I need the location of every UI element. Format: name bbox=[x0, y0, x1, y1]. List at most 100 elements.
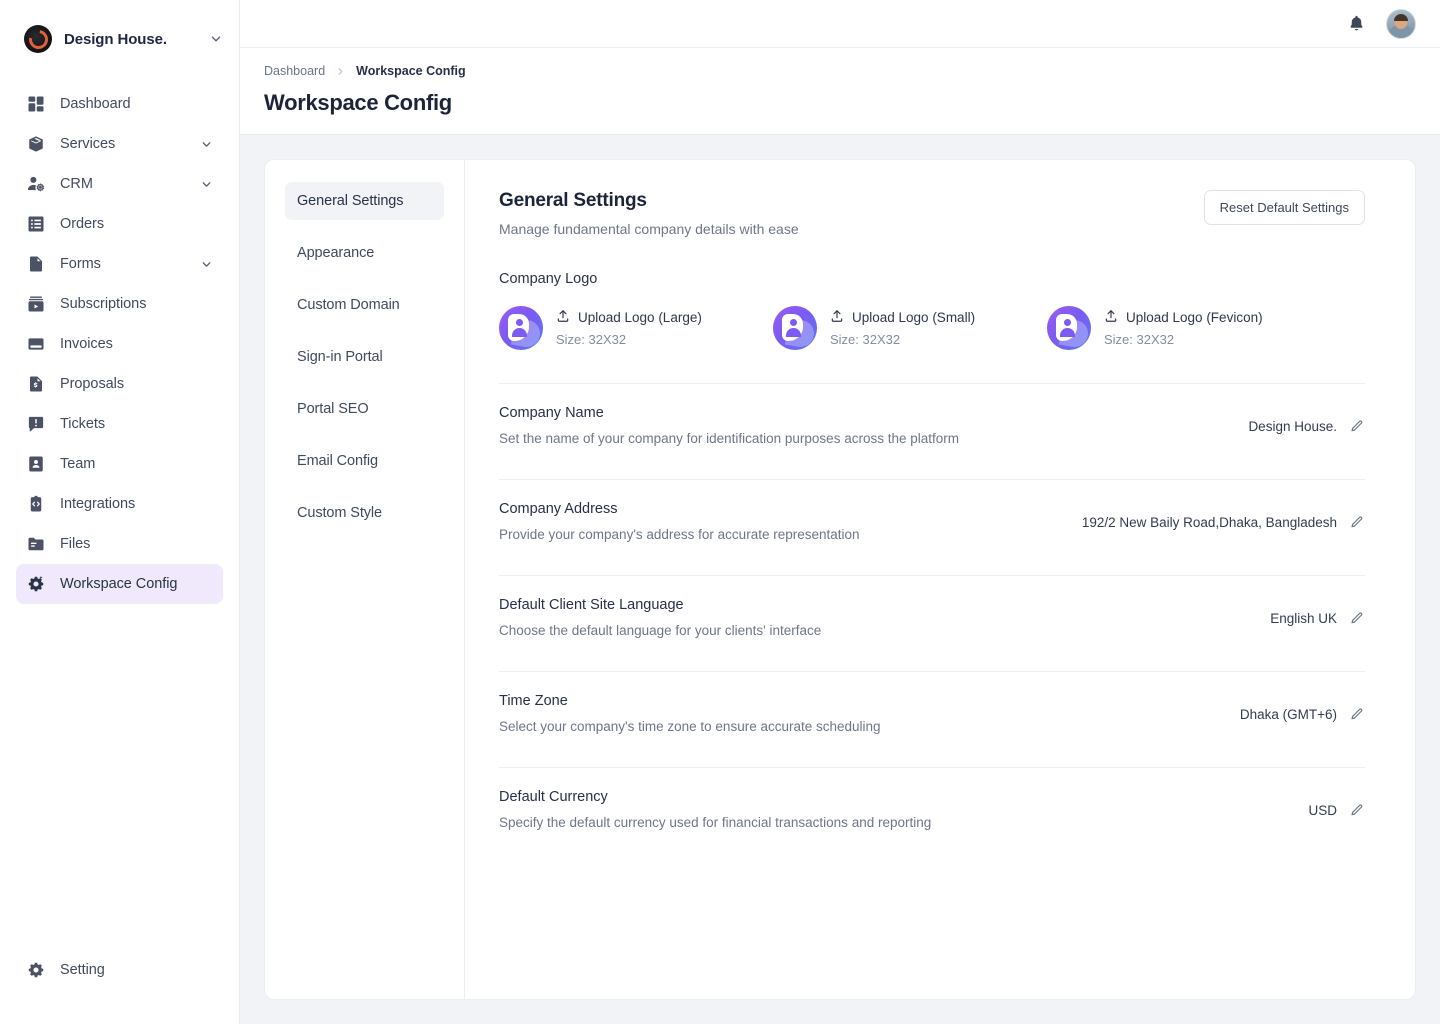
tab-label: Custom Domain bbox=[297, 297, 400, 313]
chevron-down-icon[interactable] bbox=[200, 138, 213, 151]
setting-row-value-group: 192/2 New Baily Road,Dhaka, Bangladesh bbox=[1082, 501, 1365, 530]
panel-title: General Settings bbox=[499, 190, 647, 211]
avatar[interactable] bbox=[1386, 8, 1416, 39]
setting-row-description: Specify the default currency used for fi… bbox=[499, 815, 932, 830]
page-header: Dashboard Workspace Config Workspace Con… bbox=[240, 48, 1440, 135]
tab-email-config[interactable]: Email Config bbox=[285, 442, 444, 480]
sidebar-nav: Dashboard Services CRM Orders Forms Subs… bbox=[0, 72, 239, 950]
logo-size-large: Size: 32X32 bbox=[556, 332, 627, 347]
tab-label: Appearance bbox=[297, 245, 375, 261]
setting-row-value: 192/2 New Baily Road,Dhaka, Bangladesh bbox=[1081, 515, 1337, 530]
upload-icon bbox=[830, 309, 844, 326]
tab-appearance[interactable]: Appearance bbox=[285, 234, 444, 272]
sidebar-item-team[interactable]: Team bbox=[16, 444, 223, 484]
folder-icon bbox=[26, 534, 46, 554]
pencil-icon[interactable] bbox=[1350, 419, 1365, 434]
sidebar-item-integrations[interactable]: Integrations bbox=[16, 484, 223, 524]
setting-row-description: Provide your company's address for accur… bbox=[499, 527, 860, 542]
gear-sparkle-icon bbox=[26, 574, 46, 594]
setting-row-company-name: Company Name Set the name of your compan… bbox=[499, 384, 1365, 446]
logo-upload-favicon[interactable]: Upload Logo (Fevicon) Size: 32X32 bbox=[1047, 306, 1321, 350]
upload-small-button[interactable]: Upload Logo (Small) bbox=[830, 309, 975, 326]
setting-row-value: USD bbox=[1308, 803, 1337, 818]
sidebar-item-proposals[interactable]: Proposals bbox=[16, 364, 223, 404]
setting-row-value-group: USD bbox=[1308, 789, 1365, 818]
settings-panel: General Settings Manage fundamental comp… bbox=[465, 160, 1415, 999]
sidebar-item-label: Team bbox=[60, 456, 96, 472]
proposal-dollar-icon bbox=[26, 374, 46, 394]
page-title: Workspace Config bbox=[264, 90, 452, 115]
breadcrumb-current: Workspace Config bbox=[356, 64, 466, 78]
sidebar-item-crm[interactable]: CRM bbox=[16, 164, 223, 204]
logo-upload-large[interactable]: Upload Logo (Large) Size: 32X32 bbox=[499, 306, 773, 350]
upload-favicon-button[interactable]: Upload Logo (Fevicon) bbox=[1104, 309, 1263, 326]
setting-row-description: Choose the default language for your cli… bbox=[499, 623, 822, 638]
chevron-down-icon[interactable] bbox=[200, 178, 213, 191]
panel-subtitle: Manage fundamental company details with … bbox=[499, 221, 799, 237]
setting-row-title: Time Zone bbox=[499, 693, 568, 709]
invoice-card-icon bbox=[26, 334, 46, 354]
sidebar-item-label: Subscriptions bbox=[60, 296, 147, 312]
reset-default-settings-button[interactable]: Reset Default Settings bbox=[1203, 190, 1365, 225]
sidebar-item-files[interactable]: Files bbox=[16, 524, 223, 564]
sidebar-item-services[interactable]: Services bbox=[16, 124, 223, 164]
workspace-switcher[interactable]: Design House. bbox=[0, 0, 239, 72]
sidebar-item-dashboard[interactable]: Dashboard bbox=[16, 84, 223, 124]
setting-row-value-group: Design House. bbox=[1248, 405, 1365, 434]
sidebar-item-tickets[interactable]: Tickets bbox=[16, 404, 223, 444]
company-logo-mark bbox=[1047, 306, 1091, 350]
sidebar-item-forms[interactable]: Forms bbox=[16, 244, 223, 284]
tab-sign-in-portal[interactable]: Sign-in Portal bbox=[285, 338, 444, 376]
company-logo-label: Company Logo bbox=[499, 271, 598, 287]
panel-header: General Settings Manage fundamental comp… bbox=[499, 190, 1365, 237]
setting-row-value: Design House. bbox=[1248, 419, 1337, 434]
sidebar: Design House. Dashboard Services CRM Ord… bbox=[0, 0, 240, 1024]
upload-large-button[interactable]: Upload Logo (Large) bbox=[556, 309, 702, 326]
sidebar-item-label: Invoices bbox=[60, 336, 113, 352]
setting-row-description: Set the name of your company for identif… bbox=[499, 431, 959, 446]
topbar bbox=[240, 0, 1440, 48]
sidebar-item-label: Services bbox=[60, 136, 116, 152]
tab-portal-seo[interactable]: Portal SEO bbox=[285, 390, 444, 428]
sidebar-footer: Setting bbox=[0, 950, 239, 1024]
integrations-code-icon bbox=[26, 494, 46, 514]
user-gear-icon bbox=[26, 174, 46, 194]
sidebar-item-label: Workspace Config bbox=[60, 576, 178, 592]
sidebar-item-setting[interactable]: Setting bbox=[16, 950, 223, 990]
tab-general-settings[interactable]: General Settings bbox=[285, 182, 444, 220]
pencil-icon[interactable] bbox=[1350, 611, 1365, 626]
upload-icon bbox=[556, 309, 570, 326]
tab-custom-style[interactable]: Custom Style bbox=[285, 494, 444, 532]
brand-name: Design House. bbox=[64, 30, 167, 48]
sidebar-item-label: Tickets bbox=[60, 416, 106, 432]
content-wrapper: General Settings Appearance Custom Domai… bbox=[240, 135, 1440, 1024]
document-icon bbox=[26, 254, 46, 274]
chevron-down-icon[interactable] bbox=[200, 258, 213, 271]
subscriptions-icon bbox=[26, 294, 46, 314]
logo-meta: Upload Logo (Small) Size: 32X32 bbox=[830, 309, 975, 347]
sidebar-item-label: Dashboard bbox=[60, 96, 131, 112]
company-logo-mark bbox=[499, 306, 543, 350]
setting-row-value-group: English UK bbox=[1270, 597, 1365, 626]
pencil-icon[interactable] bbox=[1350, 707, 1365, 722]
sidebar-item-orders[interactable]: Orders bbox=[16, 204, 223, 244]
upload-large-label: Upload Logo (Large) bbox=[578, 310, 702, 325]
tab-label: Custom Style bbox=[297, 505, 383, 521]
sidebar-item-label: Files bbox=[60, 536, 91, 552]
setting-row-title: Default Currency bbox=[499, 789, 608, 805]
settings-card: General Settings Appearance Custom Domai… bbox=[264, 159, 1416, 1000]
bell-icon[interactable] bbox=[1347, 14, 1366, 33]
setting-row-text: Company Address Provide your company's a… bbox=[499, 501, 1082, 542]
breadcrumb-dashboard[interactable]: Dashboard bbox=[264, 64, 325, 78]
sidebar-item-invoices[interactable]: Invoices bbox=[16, 324, 223, 364]
tab-label: Email Config bbox=[297, 453, 378, 469]
chevron-down-icon[interactable] bbox=[209, 32, 223, 46]
pencil-icon[interactable] bbox=[1350, 515, 1365, 530]
tab-custom-domain[interactable]: Custom Domain bbox=[285, 286, 444, 324]
logo-upload-small[interactable]: Upload Logo (Small) Size: 32X32 bbox=[773, 306, 1047, 350]
app-root: Design House. Dashboard Services CRM Ord… bbox=[0, 0, 1440, 1024]
sidebar-item-workspace-config[interactable]: Workspace Config bbox=[16, 564, 223, 604]
tab-label: Portal SEO bbox=[297, 401, 369, 417]
sidebar-item-subscriptions[interactable]: Subscriptions bbox=[16, 284, 223, 324]
pencil-icon[interactable] bbox=[1350, 803, 1365, 818]
